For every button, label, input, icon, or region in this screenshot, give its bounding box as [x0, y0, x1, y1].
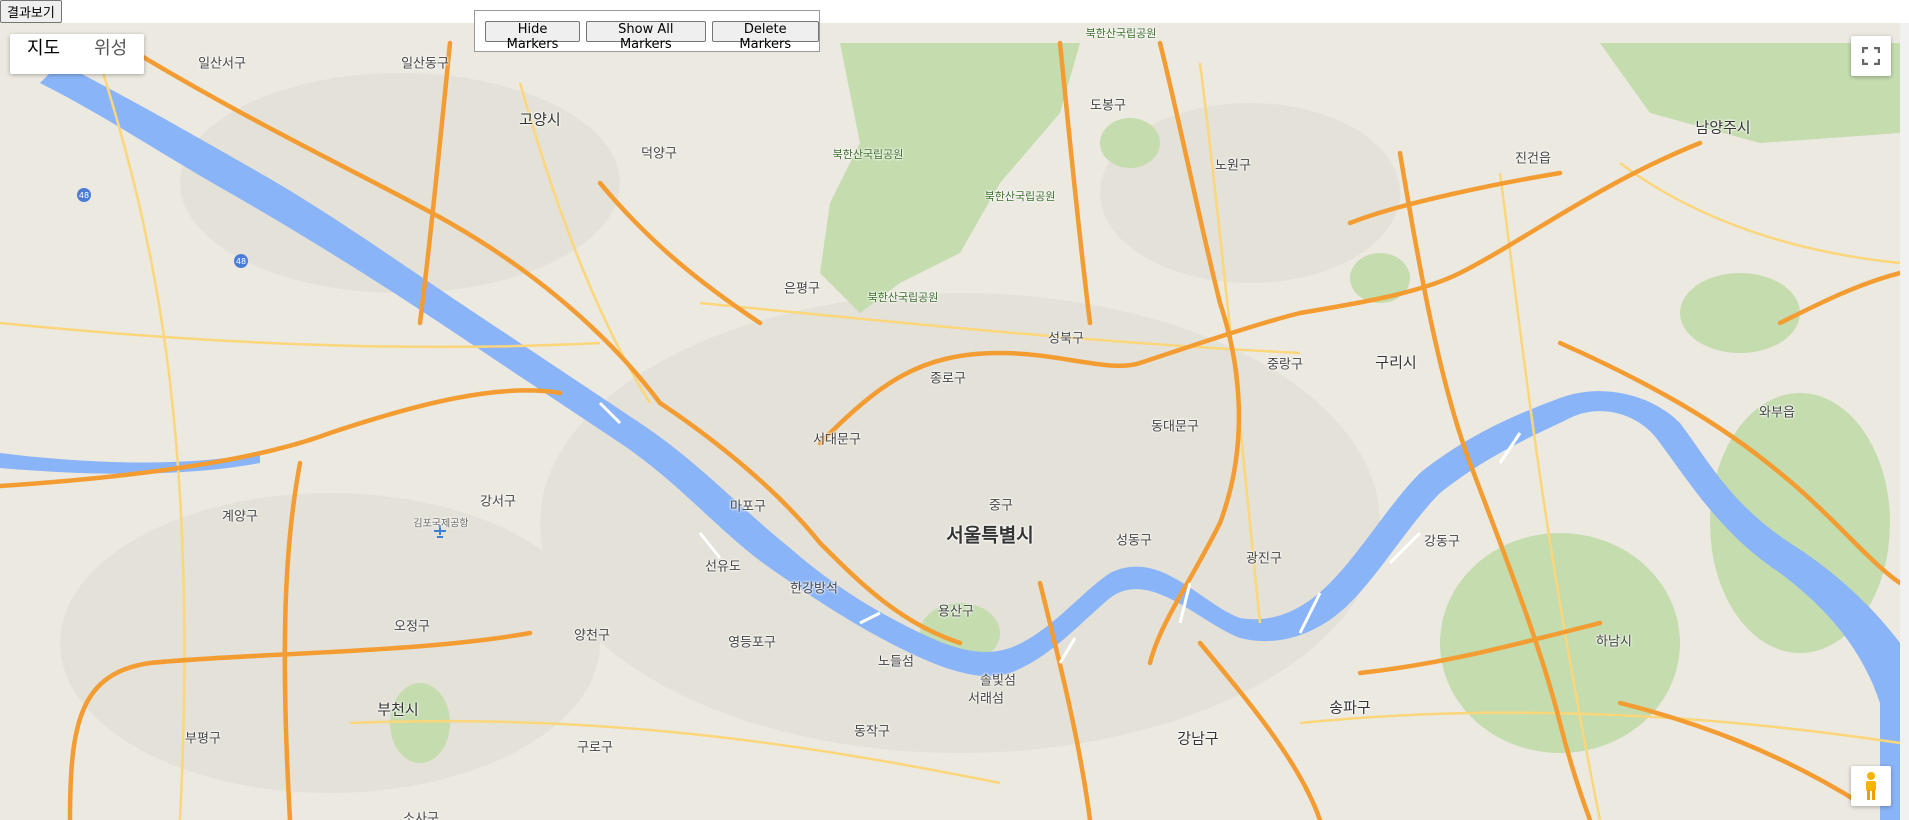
label-seodaemun: 서대문구: [813, 432, 861, 448]
marker-controls-panel: Hide Markers Show All Markers Delete Mar…: [474, 10, 820, 52]
label-seonyudo: 선유도: [705, 559, 741, 575]
label-yangcheon: 양천구: [574, 628, 610, 644]
label-yeongdeungpo: 영등포구: [728, 635, 776, 651]
page-scrollbar[interactable]: [1900, 23, 1909, 820]
label-dobong: 도봉구: [1090, 98, 1126, 114]
label-gangnam: 강남구: [1177, 729, 1219, 748]
label-bukhansan-4: 북한산국립공원: [867, 291, 939, 304]
highway-shield-label: 48: [236, 257, 246, 266]
label-bukhansan-2: 북한산국립공원: [832, 148, 904, 161]
label-seongbuk: 성북구: [1048, 331, 1084, 347]
map-type-satellite-button[interactable]: 위성: [77, 34, 144, 74]
view-results-button[interactable]: 결과보기: [0, 0, 62, 23]
label-gimpo-airport: 김포국제공항: [413, 518, 469, 530]
label-ojeong: 오정구: [394, 619, 430, 635]
hide-markers-button[interactable]: Hide Markers: [485, 20, 581, 52]
label-ilsanseo: 일산서구: [198, 56, 246, 72]
label-jinjeop: 진건읍: [1515, 151, 1551, 167]
label-ilsandong: 일산동구: [401, 56, 449, 72]
label-mapo: 마포구: [730, 499, 766, 515]
map-type-map-button[interactable]: 지도: [10, 34, 77, 74]
label-seoraeseom: 서래섬: [968, 691, 1004, 707]
label-sosa: 소사구: [403, 811, 439, 820]
label-nowon: 노원구: [1215, 158, 1251, 174]
label-guri: 구리시: [1375, 353, 1417, 372]
pegman-icon: [1866, 772, 1876, 800]
fullscreen-button[interactable]: [1851, 36, 1891, 76]
label-bucheon: 부천시: [377, 700, 419, 719]
label-jung: 중구: [989, 498, 1013, 514]
label-wabu: 와부읍: [1759, 405, 1795, 421]
label-yongsan: 용산구: [938, 604, 974, 620]
label-eunpyeong: 은평구: [784, 281, 820, 297]
label-dongjak: 동작구: [854, 724, 890, 740]
label-hanam: 하남시: [1596, 634, 1632, 650]
show-all-markers-button[interactable]: Show All Markers: [586, 20, 706, 52]
label-namyangju: 남양주시: [1695, 118, 1751, 137]
label-dongdaemun: 동대문구: [1151, 419, 1199, 435]
label-bupyeong: 부평구: [185, 731, 221, 747]
label-gangdong: 강동구: [1424, 534, 1460, 550]
label-seoul: 서울특별시: [946, 524, 1034, 547]
label-bukhansan-3: 북한산국립공원: [984, 190, 1056, 203]
label-hangang: 한강방석: [790, 581, 838, 597]
label-deokyang: 덕양구: [641, 146, 677, 162]
label-gyeyang: 계양구: [222, 509, 258, 525]
street-view-pegman-button[interactable]: [1851, 766, 1891, 806]
label-gangseo: 강서구: [480, 494, 516, 510]
label-bukhansan-1: 북한산국립공원: [1085, 27, 1157, 40]
fullscreen-icon: [1862, 47, 1880, 65]
delete-markers-button[interactable]: Delete Markers: [711, 20, 819, 52]
label-goyang: 고양시: [519, 110, 561, 129]
label-gwangjin: 광진구: [1246, 551, 1282, 567]
map-view[interactable]: 48 48 서울특별시 고양시 남양주시 구리시 부천시 하남시 일산서구 일산…: [0, 23, 1900, 820]
label-seongdong: 성동구: [1116, 533, 1152, 549]
label-solbitseom: 솔빛섬: [980, 673, 1016, 689]
label-jungnang: 중랑구: [1267, 357, 1303, 373]
label-guro: 구로구: [577, 740, 613, 756]
map-canvas[interactable]: 48 48: [0, 23, 1900, 820]
label-nodeulseom: 노들섬: [878, 654, 914, 670]
label-jongno: 종로구: [930, 371, 966, 387]
map-type-control: 지도 위성: [10, 34, 145, 74]
highway-shield-label: 48: [79, 191, 89, 200]
label-songpa: 송파구: [1329, 698, 1371, 717]
